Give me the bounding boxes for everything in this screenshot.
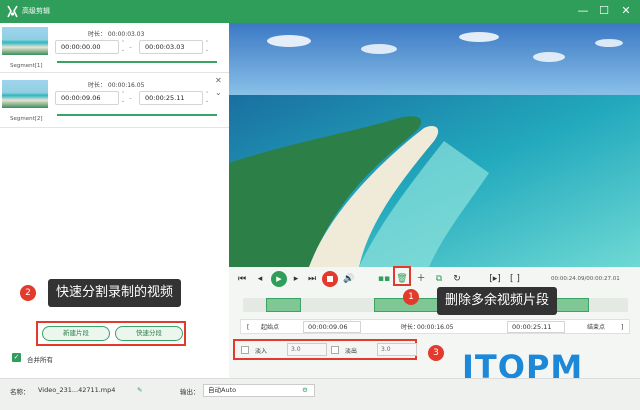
segment-item[interactable]: Segment[2] 时长： 00:00:16.05 00:00:09.06 ⌃… (0, 76, 229, 128)
skip-to-end-icon[interactable]: ⏭ (305, 272, 319, 286)
output-settings-icon[interactable]: ⚙ (302, 386, 308, 394)
maximize-button[interactable]: ☐ (596, 3, 612, 19)
end-point-field[interactable]: 00:00:25.11 (507, 321, 565, 333)
start-stepper-icon[interactable]: ⌃ ⌄ (120, 40, 126, 54)
fade-out-label: 淡出 (345, 348, 358, 355)
start-point-label: 起始点 (261, 324, 280, 331)
minimize-button[interactable]: — (575, 3, 591, 19)
timeline-clip[interactable] (266, 298, 301, 312)
fade-out-control: 淡出 3.0 (331, 343, 421, 357)
undo-icon[interactable]: ↻ (450, 272, 464, 286)
segment-label: Segment[2] (10, 116, 43, 122)
callout-number-3: 3 (428, 345, 444, 361)
fade-in-value[interactable]: 3.0 (287, 343, 327, 356)
cut-icon[interactable]: ⧉ (432, 272, 446, 286)
play-button[interactable]: ▶ (271, 271, 287, 287)
time-display: 00:00:24.09/00:00:27.01 (551, 276, 620, 282)
segment-expand-icon[interactable]: ⌄ (215, 88, 222, 97)
volume-icon[interactable]: 🔊 (342, 272, 356, 286)
range-duration-value: 00:00:16.05 (417, 324, 454, 331)
fade-out-checkbox[interactable] (331, 346, 339, 354)
fade-in-label: 淡入 (255, 348, 268, 355)
segment-progress (57, 61, 217, 63)
end-bracket-icon: ] (621, 324, 624, 331)
player-controls: ⏮ ◂ ▶ ▸ ⏭ 🔊 ▪▪ 🗑 ＋ ⧉ ↻ [▸] [ ] 00:00:24.… (229, 267, 640, 293)
name-label: 名称： (10, 388, 30, 396)
merge-all-label: 合并所有 (27, 356, 53, 364)
step-forward-icon[interactable]: ▸ (289, 272, 303, 286)
start-stepper-icon[interactable]: ⌃ ⌄ (120, 91, 126, 105)
title-bar: 高级剪辑 — ☐ ✕ (0, 0, 640, 23)
segment-item[interactable]: Segment[1] 时长： 00:00:03.03 00:00:00.00 ⌃… (0, 25, 229, 73)
mark-in-icon[interactable]: [▸] (488, 272, 502, 286)
callout-number-1: 1 (403, 289, 419, 305)
window-title: 高级剪辑 (22, 7, 50, 15)
segment-label: Segment[1] (10, 63, 43, 69)
timeline-track[interactable] (243, 298, 628, 312)
quick-split-button[interactable]: 快速分段 (115, 326, 183, 341)
segment-thumbnail (2, 27, 48, 55)
range-bar: [ 起始点 00:00:09.06 时长： 00:00:16.05 00:00:… (240, 319, 630, 334)
bottom-bar: 名称： Video_231...42711.mp4 ✎ 输出： 自动Auto ⚙ (0, 378, 640, 410)
stop-icon (327, 276, 333, 282)
callout-delete: 删除多余视频片段 (437, 287, 558, 315)
skip-to-start-icon[interactable]: ⏮ (235, 272, 249, 286)
mark-out-icon[interactable]: [ ] (508, 272, 522, 286)
range-dash: – (129, 95, 132, 102)
segment-duration: 时长： 00:00:03.03 (88, 31, 145, 38)
file-name: Video_231...42711.mp4 (38, 386, 116, 394)
callout-split: 快速分割录制的视频 (48, 279, 182, 307)
segment-end-field[interactable]: 00:00:25.11 (139, 91, 203, 105)
highlight-delete-icon (393, 266, 411, 286)
fade-out-value[interactable]: 3.0 (377, 343, 417, 356)
segment-duration: 时长： 00:00:16.05 (88, 82, 145, 89)
fade-in-control: 淡入 3.0 (241, 343, 331, 357)
output-select[interactable]: 自动Auto (203, 384, 315, 397)
segment-end-field[interactable]: 00:00:03.03 (139, 40, 203, 54)
edit-name-icon[interactable]: ✎ (137, 386, 142, 394)
range-dash: – (129, 44, 132, 51)
stop-record-button[interactable] (322, 271, 338, 287)
segment-thumbnail (2, 80, 48, 108)
segment-start-field[interactable]: 00:00:09.06 (55, 91, 119, 105)
app-logo-icon (7, 5, 18, 18)
video-frame (229, 23, 640, 267)
end-stepper-icon[interactable]: ⌃ ⌄ (204, 40, 210, 54)
start-point-field[interactable]: 00:00:09.06 (303, 321, 361, 333)
step-back-icon[interactable]: ◂ (253, 272, 267, 286)
split-icon[interactable]: ▪▪ (377, 272, 391, 286)
new-segment-button[interactable]: 新建片段 (42, 326, 110, 341)
segment-close-icon[interactable]: ✕ (215, 76, 222, 85)
close-button[interactable]: ✕ (618, 3, 634, 19)
start-bracket-icon: [ (247, 324, 250, 331)
segment-progress (57, 114, 217, 116)
output-label: 输出： (180, 388, 200, 396)
segment-start-field[interactable]: 00:00:00.00 (55, 40, 119, 54)
merge-all-checkbox[interactable]: ✓ (12, 353, 21, 362)
callout-number-2: 2 (20, 285, 36, 301)
video-preview[interactable] (229, 23, 640, 267)
add-icon[interactable]: ＋ (414, 272, 428, 286)
end-stepper-icon[interactable]: ⌃ ⌄ (204, 91, 210, 105)
fade-in-checkbox[interactable] (241, 346, 249, 354)
end-point-label: 结束点 (587, 324, 606, 331)
